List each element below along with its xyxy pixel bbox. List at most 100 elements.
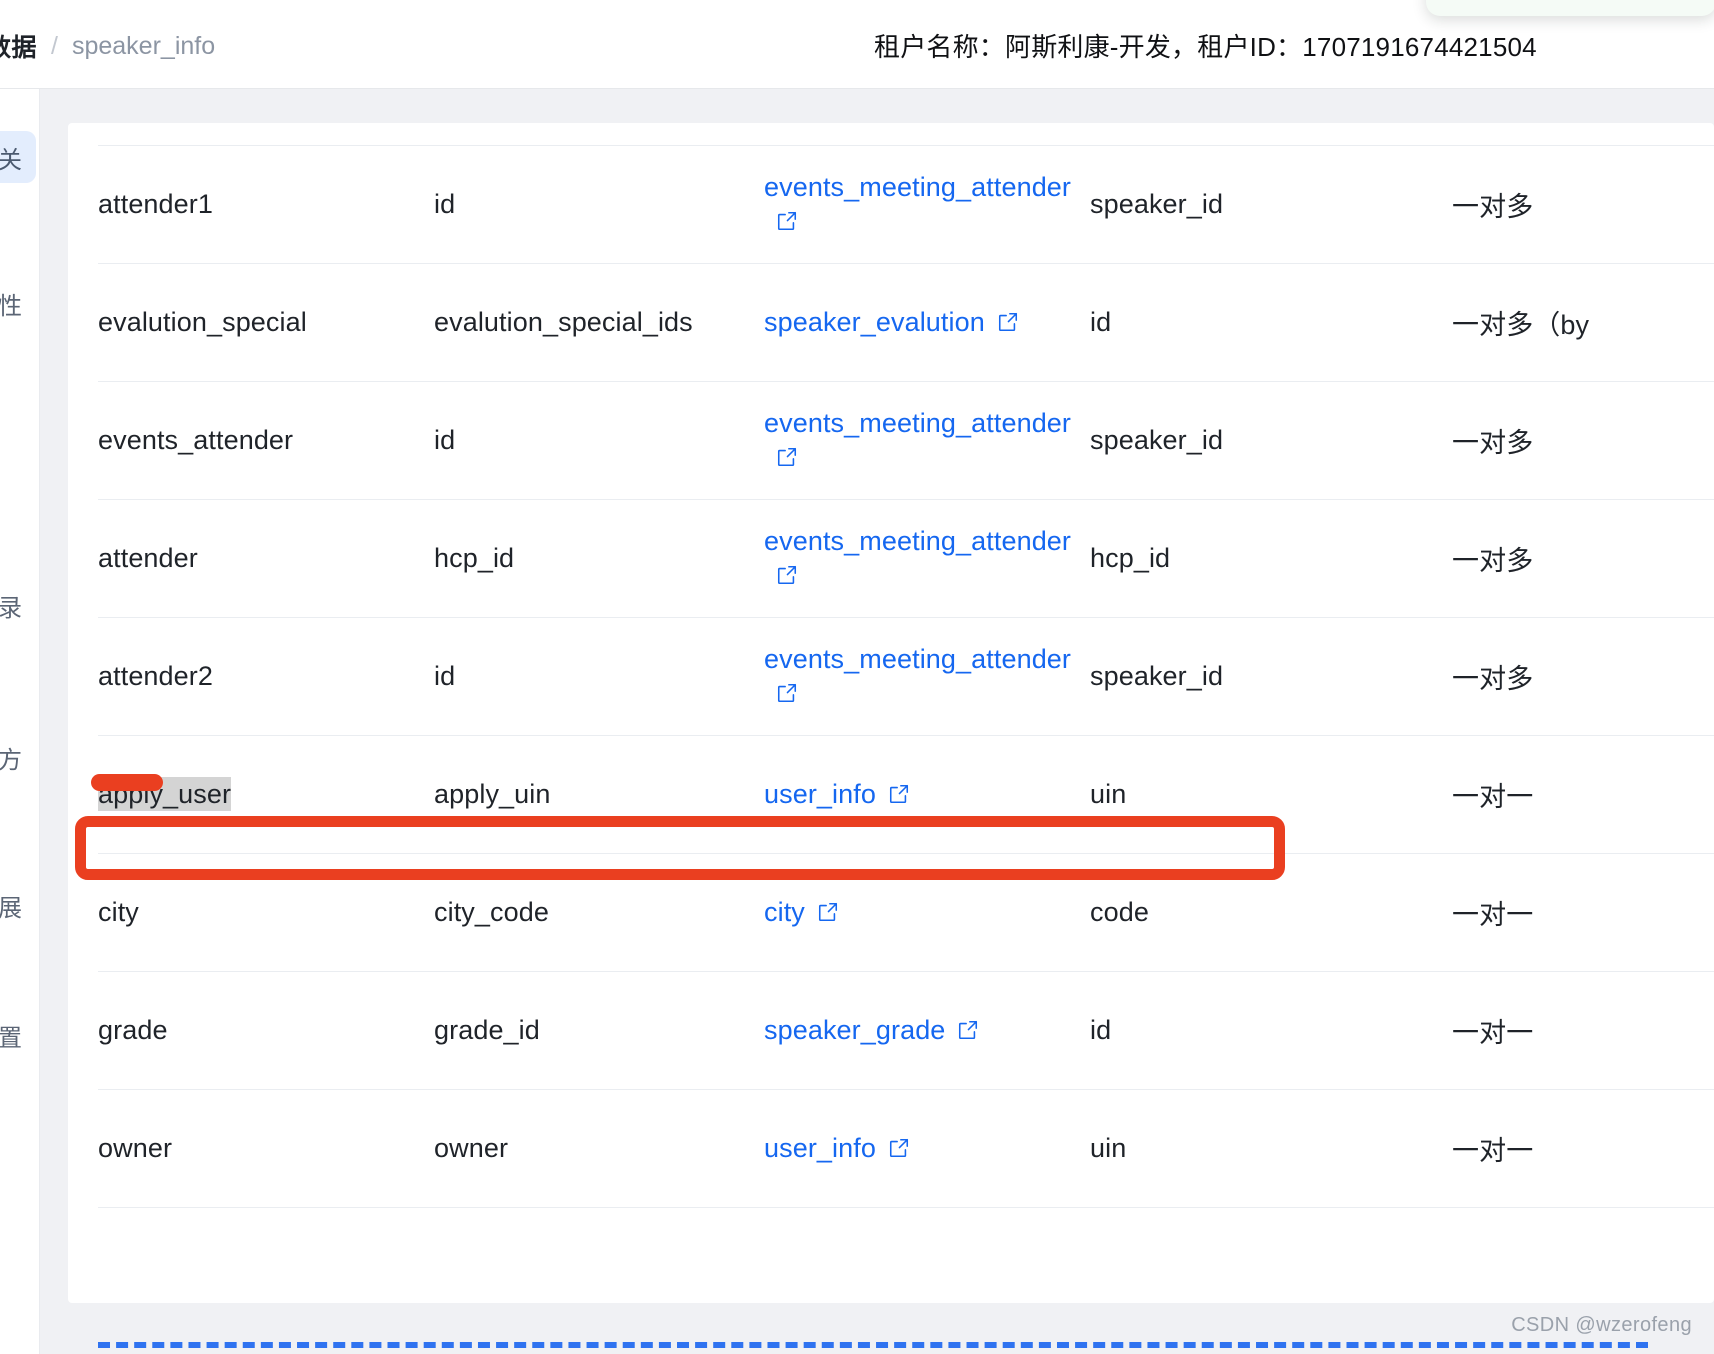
table-row[interactable]: events_attender id events_meeting_attender…: [98, 382, 1714, 500]
left-sidebar: 关 性 录 方 展 置: [0, 89, 40, 1354]
source-field-text: grade_id: [434, 1015, 540, 1045]
external-link-icon[interactable]: [776, 446, 798, 468]
alias-text: attender: [98, 543, 198, 573]
table-row[interactable]: evalution_special evalution_special_ids sp…: [98, 264, 1714, 382]
relation-type-text: 一对多: [1452, 546, 1534, 576]
breadcrumb-root[interactable]: 数据: [0, 28, 37, 64]
cell-target-field: uin: [1090, 1090, 1452, 1208]
target-table-link[interactable]: events_meeting_attender: [764, 526, 1071, 556]
sidebar-item-0[interactable]: 关: [0, 131, 36, 183]
target-field-text: speaker_id: [1090, 661, 1224, 691]
alias-text: events_attender: [98, 425, 294, 455]
table-row[interactable]: attender2 id events_meeting_attender speake…: [98, 618, 1714, 736]
cell-alias: events_attender: [98, 382, 434, 500]
relations-table: attender1 id events_meeting_attender speake…: [98, 145, 1714, 1208]
external-link-icon[interactable]: [776, 564, 798, 586]
cell-target-table: events_meeting_attender: [764, 500, 1090, 618]
cell-target-field: id: [1090, 264, 1452, 382]
target-field-text: uin: [1090, 779, 1127, 809]
cell-source-field: id: [434, 146, 764, 264]
target-table-link[interactable]: speaker_evalution: [764, 307, 985, 337]
cell-alias: attender: [98, 500, 434, 618]
relation-type-text: 一对多（by: [1452, 310, 1590, 340]
sidebar-item-4[interactable]: 展: [0, 879, 36, 931]
sidebar-item-3[interactable]: 方: [0, 731, 36, 783]
cell-alias: grade: [98, 972, 434, 1090]
cell-relation-type: 一对一: [1452, 736, 1714, 854]
sidebar-item-5[interactable]: 置: [0, 1009, 36, 1061]
relation-type-text: 一对一: [1452, 1136, 1534, 1166]
sidebar-item-label: 置: [0, 1024, 22, 1052]
breadcrumb-separator: /: [51, 31, 58, 60]
external-link-icon[interactable]: [957, 1019, 979, 1041]
relations-card: attender1 id events_meeting_attender speake…: [68, 123, 1714, 1303]
external-link-icon[interactable]: [888, 1137, 910, 1159]
sidebar-item-label: 关: [0, 146, 22, 174]
relation-type-text: 一对多: [1452, 428, 1534, 458]
cell-relation-type: 一对多: [1452, 500, 1714, 618]
table-row[interactable]: attender1 id events_meeting_attender speake…: [98, 145, 1714, 264]
external-link-icon[interactable]: [888, 783, 910, 805]
table-row[interactable]: attender hcp_id events_meeting_attender hcp…: [98, 500, 1714, 618]
notification-toast-peek: [1426, 0, 1714, 16]
cell-alias: owner: [98, 1090, 434, 1208]
cell-target-field: speaker_id: [1090, 618, 1452, 736]
cell-alias: apply_user: [98, 736, 434, 854]
target-table-link[interactable]: user_info: [764, 779, 876, 809]
annotation-dash-mark: [91, 774, 163, 791]
target-field-text: speaker_id: [1090, 425, 1224, 455]
target-table-link[interactable]: events_meeting_attender: [764, 644, 1071, 674]
external-link-icon[interactable]: [817, 901, 839, 923]
cell-target-field: speaker_id: [1090, 382, 1452, 500]
cell-relation-type: 一对多（by: [1452, 264, 1714, 382]
table-row[interactable]: owner owner user_info uin 一对一: [98, 1090, 1714, 1208]
sidebar-item-label: 方: [0, 746, 22, 774]
cell-source-field: evalution_special_ids: [434, 264, 764, 382]
target-field-text: id: [1090, 1015, 1112, 1045]
cell-target-field: hcp_id: [1090, 500, 1452, 618]
target-field-text: code: [1090, 897, 1149, 927]
relation-type-text: 一对多: [1452, 192, 1534, 222]
table-row[interactable]: grade grade_id speaker_grade id 一对一: [98, 972, 1714, 1090]
target-table-link[interactable]: events_meeting_attender: [764, 172, 1071, 202]
cell-source-field: apply_uin: [434, 736, 764, 854]
cell-relation-type: 一对一: [1452, 972, 1714, 1090]
source-field-text: city_code: [434, 897, 549, 927]
sidebar-item-label: 录: [0, 594, 22, 622]
row-drop-indicator: [98, 1342, 1648, 1348]
source-field-text: id: [434, 189, 456, 219]
cell-alias: attender2: [98, 618, 434, 736]
target-table-link[interactable]: events_meeting_attender: [764, 408, 1071, 438]
cell-target-table: city: [764, 854, 1090, 972]
target-field-text: speaker_id: [1090, 189, 1224, 219]
cell-target-field: uin: [1090, 736, 1452, 854]
target-table-link[interactable]: user_info: [764, 1133, 876, 1163]
breadcrumb-leaf[interactable]: speaker_info: [72, 32, 215, 61]
alias-text: owner: [98, 1133, 173, 1163]
cell-target-field: code: [1090, 854, 1452, 972]
source-field-text: evalution_special_ids: [434, 307, 693, 337]
cell-relation-type: 一对一: [1452, 1090, 1714, 1208]
relation-type-text: 一对多: [1452, 664, 1534, 694]
cell-target-table: speaker_grade: [764, 972, 1090, 1090]
sidebar-item-1[interactable]: 性: [0, 277, 36, 329]
external-link-icon[interactable]: [776, 210, 798, 232]
table-row[interactable]: city city_code city code 一对一: [98, 854, 1714, 972]
cell-source-field: owner: [434, 1090, 764, 1208]
external-link-icon[interactable]: [776, 682, 798, 704]
source-field-text: hcp_id: [434, 543, 515, 573]
cell-target-field: speaker_id: [1090, 146, 1452, 264]
alias-text: city: [98, 897, 139, 927]
cell-target-table: events_meeting_attender: [764, 146, 1090, 264]
table-row[interactable]: apply_user apply_uin user_info uin 一对一: [98, 736, 1714, 854]
cell-relation-type: 一对多: [1452, 146, 1714, 264]
cell-alias: city: [98, 854, 434, 972]
target-table-link[interactable]: speaker_grade: [764, 1015, 945, 1045]
cell-source-field: id: [434, 382, 764, 500]
cell-target-field: id: [1090, 972, 1452, 1090]
cell-target-table: user_info: [764, 736, 1090, 854]
target-table-link[interactable]: city: [764, 897, 805, 927]
cell-alias: evalution_special: [98, 264, 434, 382]
external-link-icon[interactable]: [997, 311, 1019, 333]
sidebar-item-2[interactable]: 录: [0, 579, 36, 631]
